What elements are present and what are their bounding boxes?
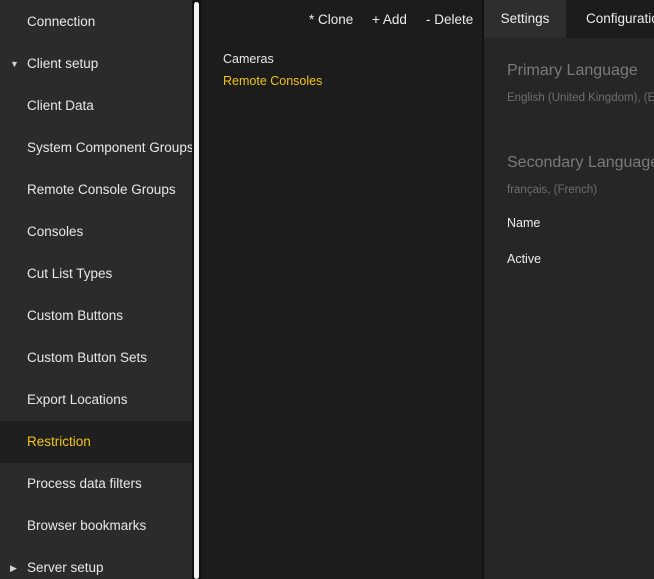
sidebar-item-label: Remote Console Groups xyxy=(27,182,176,197)
sidebar-item-remote-console-groups[interactable]: Remote Console Groups xyxy=(0,169,192,211)
sidebar-item-system-component-groups[interactable]: System Component Groups xyxy=(0,127,192,169)
sidebar-item-label: Consoles xyxy=(27,224,84,239)
sidebar-item-label: Browser bookmarks xyxy=(27,518,147,533)
sidebar-item-label: Connection xyxy=(27,14,96,29)
list-item-remote-consoles[interactable]: Remote Consoles xyxy=(223,74,322,88)
active-field-label: Active xyxy=(507,252,542,266)
tab-settings-label: Settings xyxy=(500,11,550,26)
sidebar-item-label: Export Locations xyxy=(27,392,128,407)
sidebar-item-client-setup[interactable]: ▼ Client setup xyxy=(0,43,192,85)
sidebar-item-label: Restriction xyxy=(27,434,91,449)
clone-button[interactable]: * Clone xyxy=(309,12,353,27)
delete-button[interactable]: - Delete xyxy=(426,12,473,27)
sidebar-item-label: Client setup xyxy=(27,56,99,71)
sidebar-item-consoles[interactable]: Consoles xyxy=(0,211,192,253)
sidebar-item-process-data-filters[interactable]: Process data filters xyxy=(0,463,192,505)
sidebar-item-label: Custom Button Sets xyxy=(27,350,148,365)
sidebar-item-custom-button-sets[interactable]: Custom Button Sets xyxy=(0,337,192,379)
primary-language-title: Primary Language xyxy=(507,62,638,79)
sidebar-item-label: Cut List Types xyxy=(27,266,113,281)
sidebar-item-label: Client Data xyxy=(27,98,94,113)
details-pane: Settings Configuration Primary Language … xyxy=(484,0,654,579)
add-button[interactable]: + Add xyxy=(372,12,407,27)
sidebar-item-label: Server setup xyxy=(27,560,104,575)
sidebar-item-custom-buttons[interactable]: Custom Buttons xyxy=(0,295,192,337)
app-window: Connection ▼ Client setup Client Data Sy… xyxy=(0,0,654,579)
chevron-down-icon[interactable]: ▼ xyxy=(10,43,19,85)
chevron-right-icon[interactable]: ▶ xyxy=(10,547,17,579)
sidebar-item-browser-bookmarks[interactable]: Browser bookmarks xyxy=(0,505,192,547)
sidebar-item-export-locations[interactable]: Export Locations xyxy=(0,379,192,421)
sidebar-nav: Connection ▼ Client setup Client Data Sy… xyxy=(0,0,192,579)
tab-configuration-label: Configuration xyxy=(586,11,654,26)
primary-language-value: English (United Kingdom), (English (Unit… xyxy=(507,92,654,104)
sidebar-item-label: Process data filters xyxy=(27,476,142,491)
secondary-language-title: Secondary Language xyxy=(507,154,654,171)
secondary-language-value: français, (French) xyxy=(507,184,598,196)
sidebar-item-connection[interactable]: Connection xyxy=(0,1,192,43)
sidebar-item-cut-list-types[interactable]: Cut List Types xyxy=(0,253,192,295)
sidebar-item-server-setup[interactable]: ▶ Server setup xyxy=(0,547,192,579)
tab-settings[interactable]: Settings xyxy=(484,0,566,38)
list-item-cameras[interactable]: Cameras xyxy=(223,52,274,66)
sidebar-scrollbar-thumb[interactable] xyxy=(194,2,199,579)
name-field-label: Name xyxy=(507,216,541,230)
sidebar-item-client-data[interactable]: Client Data xyxy=(0,85,192,127)
sidebar-item-label: Custom Buttons xyxy=(27,308,124,323)
sidebar-item-label: System Component Groups xyxy=(27,140,192,155)
tab-configuration[interactable]: Configuration xyxy=(566,0,654,38)
sidebar-item-restriction[interactable]: Restriction xyxy=(0,421,192,463)
restriction-list-pane: * Clone + Add - Delete Cameras Remote Co… xyxy=(201,0,482,579)
